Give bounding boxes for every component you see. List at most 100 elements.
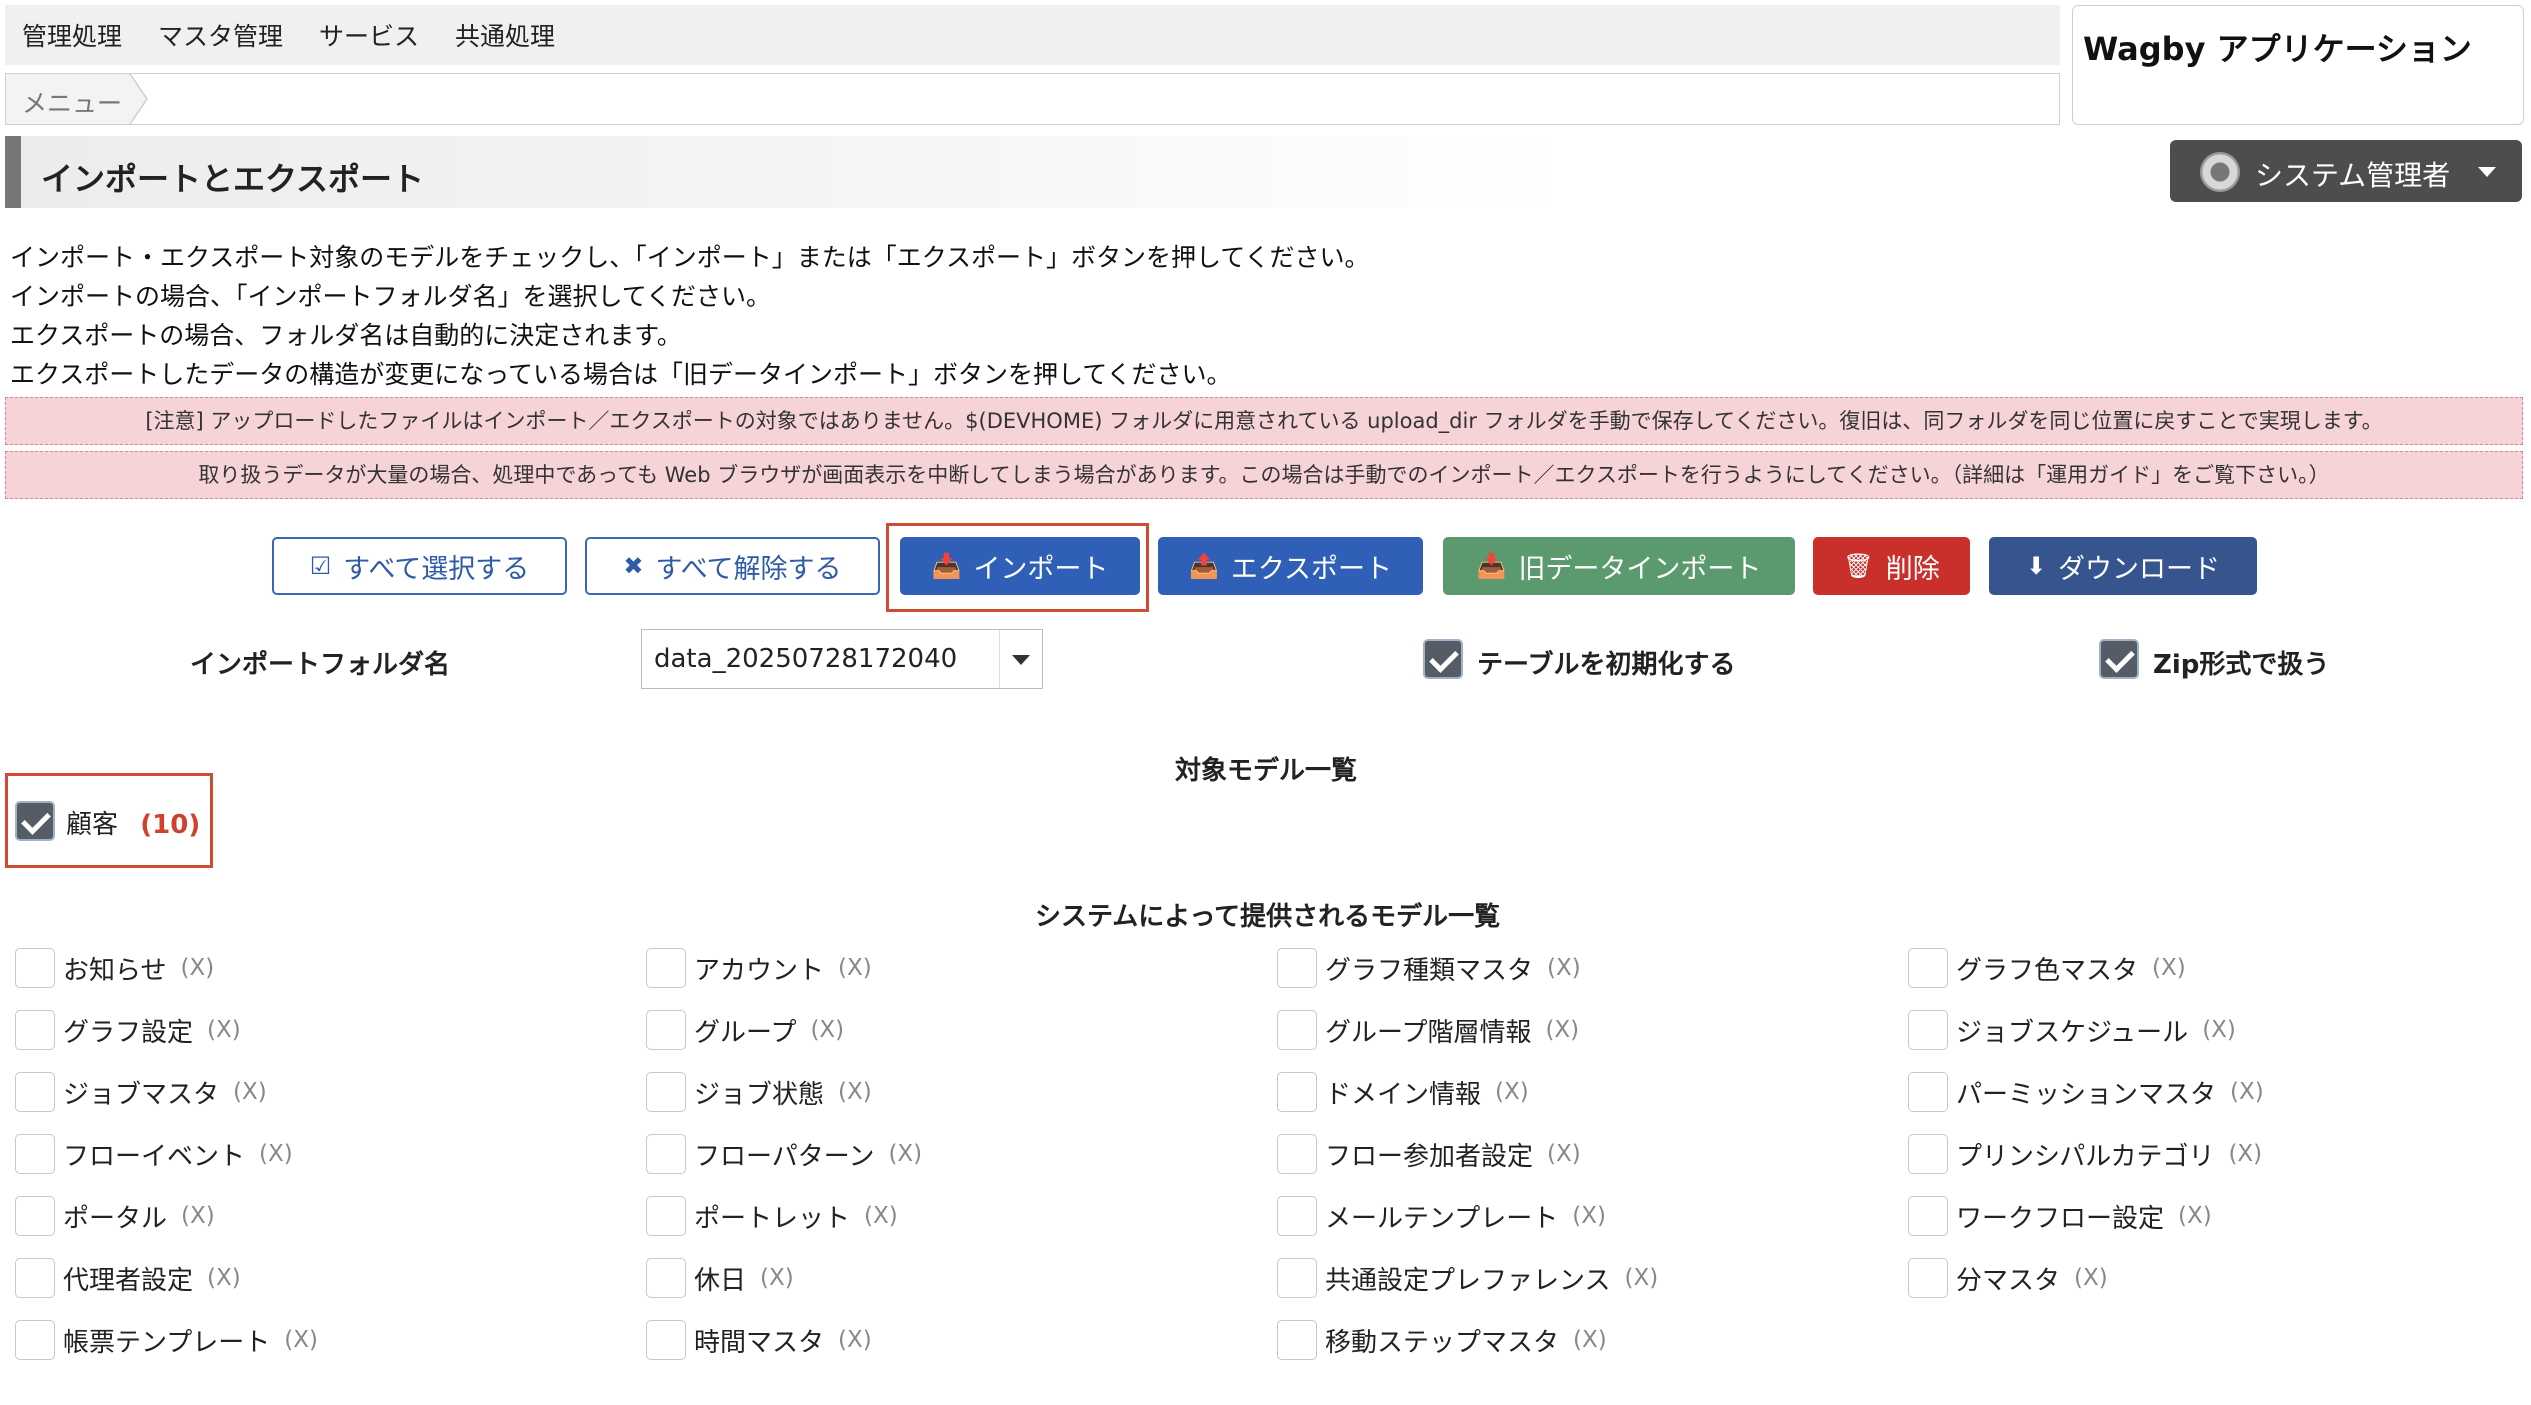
delete-button[interactable]: 🗑 削除 (1813, 537, 1970, 595)
import-button[interactable]: 📥 インポート (900, 537, 1140, 595)
import-folder-select[interactable]: data_20250728172040 (641, 629, 1043, 689)
model-checkbox[interactable] (1908, 948, 1948, 988)
model-checkbox[interactable] (15, 1196, 55, 1236)
notice-large-data: 取り扱うデータが大量の場合、処理中であっても Web ブラウザが画面表示を中断し… (5, 451, 2523, 499)
download-button[interactable]: ⬇ ダウンロード (1989, 537, 2257, 595)
system-model-item: 時間マスタ (X) (646, 1318, 872, 1362)
model-count: (X) (810, 1017, 845, 1043)
model-checkbox[interactable] (1277, 1196, 1317, 1236)
model-name: フロー参加者設定 (1325, 1141, 1534, 1172)
menu-master[interactable]: マスタ管理 (158, 17, 283, 53)
system-model-item: ドメイン情報 (X) (1277, 1070, 1529, 1114)
model-name: グラフ種類マスタ (1325, 955, 1534, 986)
model-count: (X) (284, 1327, 318, 1353)
system-model-item: ジョブマスタ (X) (15, 1070, 267, 1114)
download-label: ダウンロード (2058, 553, 2221, 585)
menu-common[interactable]: 共通処理 (455, 17, 555, 53)
model-checkbox[interactable] (1277, 1010, 1317, 1050)
caret-down-icon (2478, 167, 2496, 177)
system-model-item: 移動ステップマスタ (X) (1277, 1318, 1607, 1362)
x-icon: ✖ (623, 552, 644, 580)
model-checkbox[interactable] (1277, 1258, 1317, 1298)
system-model-item: 分マスタ (X) (1908, 1256, 2108, 1300)
model-checkbox[interactable] (1908, 1258, 1948, 1298)
model-checkbox[interactable] (1277, 1320, 1317, 1360)
user-menu-button[interactable]: システム管理者 (2170, 140, 2522, 202)
system-model-item: メールテンプレート (X) (1277, 1194, 1606, 1238)
model-checkbox[interactable] (646, 1196, 686, 1236)
init-table-label: テーブルを初期化する (1477, 650, 1736, 680)
model-count: (X) (1547, 955, 1581, 981)
model-count: (X) (181, 1203, 215, 1229)
model-checkbox[interactable] (15, 1010, 55, 1050)
trash-icon: 🗑 (1843, 552, 1874, 580)
breadcrumb-menu-link[interactable]: メニュー (6, 74, 146, 124)
system-model-item: 共通設定プレファレンス (X) (1277, 1256, 1658, 1300)
model-name: メールテンプレート (1325, 1203, 1559, 1234)
legacy-import-button[interactable]: 📥 旧データインポート (1443, 537, 1795, 595)
model-count: (X) (1624, 1265, 1659, 1291)
init-table-checkbox[interactable] (1423, 639, 1463, 679)
system-model-item: 帳票テンプレート (X) (15, 1318, 318, 1362)
model-checkbox[interactable] (1277, 948, 1317, 988)
model-count: (X) (838, 1079, 872, 1105)
app-title: Wagby アプリケーション (2083, 30, 2472, 68)
model-checkbox-customer[interactable] (15, 801, 55, 841)
model-checkbox[interactable] (1908, 1072, 1948, 1112)
model-checkbox[interactable] (1908, 1196, 1948, 1236)
model-checkbox[interactable] (646, 1010, 686, 1050)
model-name: グループ階層情報 (1325, 1017, 1532, 1048)
system-model-item: グラフ種類マスタ (X) (1277, 946, 1581, 990)
avatar (2200, 152, 2240, 192)
model-checkbox[interactable] (646, 948, 686, 988)
menu-service[interactable]: サービス (319, 17, 419, 53)
deselect-all-button[interactable]: ✖ すべて解除する (585, 537, 880, 595)
model-name: グラフ設定 (63, 1017, 194, 1048)
model-name: ドメイン情報 (1325, 1079, 1482, 1110)
model-checkbox[interactable] (646, 1258, 686, 1298)
model-checkbox[interactable] (1908, 1010, 1948, 1050)
page-header: インポートとエクスポート (5, 136, 1565, 208)
export-button[interactable]: 📤 エクスポート (1158, 537, 1423, 595)
model-checkbox[interactable] (646, 1320, 686, 1360)
file-import-icon: 📥 (1476, 552, 1507, 580)
top-menu-bar: 管理処理 マスタ管理 サービス 共通処理 (5, 5, 2060, 65)
app-title-box: Wagby アプリケーション (2072, 5, 2524, 125)
model-checkbox[interactable] (1908, 1134, 1948, 1174)
model-checkbox[interactable] (1277, 1134, 1317, 1174)
model-checkbox[interactable] (15, 1320, 55, 1360)
select-all-button[interactable]: ☑ すべて選択する (272, 537, 567, 595)
model-item-customer: 顧客 (10) (66, 804, 200, 841)
model-checkbox[interactable] (15, 1072, 55, 1112)
deselect-all-label: すべて解除する (655, 553, 842, 585)
model-name: 顧客 (66, 810, 119, 840)
model-count: (X) (2202, 1017, 2236, 1043)
select-divider (999, 630, 1000, 688)
model-checkbox[interactable] (15, 1134, 55, 1174)
export-label: エクスポート (1230, 553, 1393, 585)
model-checkbox[interactable] (15, 948, 55, 988)
model-checkbox[interactable] (1277, 1072, 1317, 1112)
zip-format-checkbox[interactable] (2099, 639, 2139, 679)
delete-label: 削除 (1885, 553, 1940, 585)
select-all-label: すべて選択する (343, 553, 530, 585)
model-name: ジョブマスタ (63, 1079, 220, 1110)
model-checkbox[interactable] (15, 1258, 55, 1298)
menu-admin[interactable]: 管理処理 (22, 17, 122, 53)
model-count: (X) (2228, 1141, 2263, 1167)
model-checkbox[interactable] (646, 1134, 686, 1174)
model-count: (X) (1573, 1327, 1607, 1353)
model-name: フローパターン (694, 1141, 875, 1172)
check-square-icon: ☑ (309, 552, 332, 580)
model-checkbox[interactable] (646, 1072, 686, 1112)
system-model-item: ワークフロー設定 (X) (1908, 1194, 2212, 1238)
system-model-item: ジョブ状態 (X) (646, 1070, 872, 1114)
model-count: (X) (2230, 1079, 2264, 1105)
model-count: (X) (760, 1265, 794, 1291)
model-count: (X) (864, 1203, 898, 1229)
model-count: (X) (838, 955, 872, 981)
chevron-down-icon (1012, 655, 1030, 665)
instruction-line: インポート・エクスポート対象のモデルをチェックし、「インポート」または「エクスポ… (10, 243, 1370, 272)
legacy-import-label: 旧データインポート (1518, 553, 1762, 585)
system-models-title: システムによって提供されるモデル一覧 (1035, 902, 1501, 932)
